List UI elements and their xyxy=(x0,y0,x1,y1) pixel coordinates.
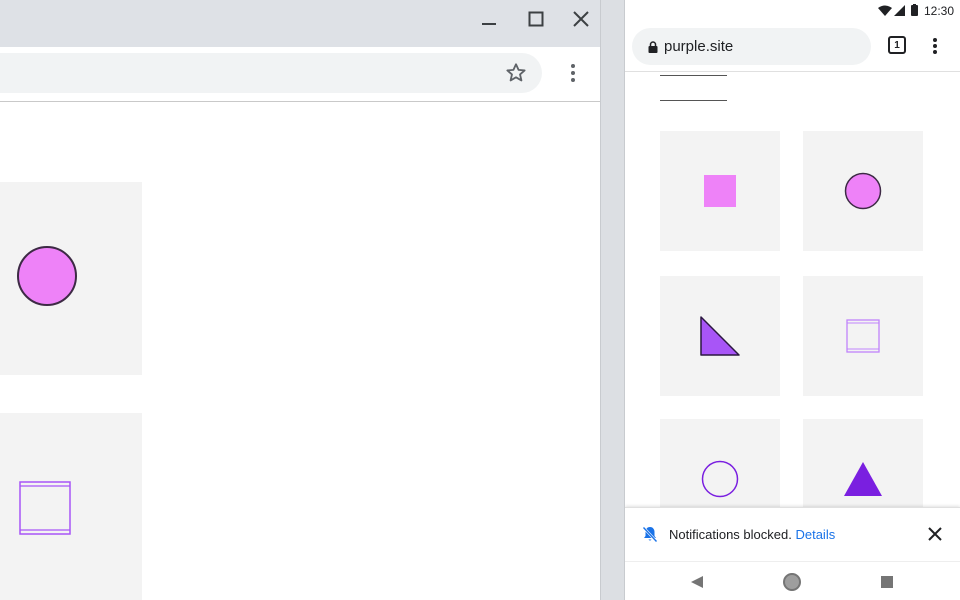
close-window-button[interactable] xyxy=(562,4,600,34)
wifi-icon xyxy=(878,5,892,16)
battery-icon xyxy=(911,4,918,16)
minimize-button[interactable] xyxy=(470,4,508,34)
star-icon xyxy=(506,63,526,82)
back-icon xyxy=(691,576,703,588)
text-line-placeholder xyxy=(660,75,727,76)
maximize-button[interactable] xyxy=(517,4,555,34)
status-time: 12:30 xyxy=(923,4,954,18)
desktop-browser-window xyxy=(0,0,600,600)
minimize-icon xyxy=(482,23,496,25)
square-outline-shape-icon xyxy=(19,481,71,535)
mobile-toolbar: purple.site 1 xyxy=(625,22,960,72)
notifications-off-icon xyxy=(642,526,658,543)
close-icon xyxy=(573,11,589,27)
notification-infobar: Notifications blocked. Details xyxy=(625,507,960,561)
shape-tile-square[interactable] xyxy=(660,131,780,251)
details-link[interactable]: Details xyxy=(795,527,835,542)
square-shape-icon xyxy=(704,175,736,207)
more-vert-icon xyxy=(571,64,575,82)
mobile-browser: 12:30 purple.site 1 Notifications blocke… xyxy=(625,0,960,600)
maximize-icon xyxy=(528,11,544,27)
url-text: purple.site xyxy=(664,38,734,55)
triangle-shape-icon xyxy=(844,462,882,496)
text-line-placeholder xyxy=(660,100,727,101)
lock-icon xyxy=(648,40,658,53)
shape-tile-square-outline[interactable] xyxy=(0,413,142,600)
close-icon xyxy=(928,527,942,541)
bookmark-star-button[interactable] xyxy=(503,60,529,86)
square-outline-shape-icon xyxy=(846,319,880,353)
shape-tile-right-triangle[interactable] xyxy=(660,276,780,396)
recents-icon xyxy=(881,576,893,588)
screen: 12:30 purple.site 1 Notifications blocke… xyxy=(0,0,960,600)
nav-recents-button[interactable] xyxy=(875,570,899,594)
circle-shape-icon xyxy=(17,246,77,306)
circle-shape-icon xyxy=(844,172,882,210)
shape-tile-square-outline[interactable] xyxy=(803,276,923,396)
notification-message: Notifications blocked. xyxy=(669,527,792,542)
status-bar: 12:30 xyxy=(625,0,960,22)
tab-switcher-button[interactable]: 1 xyxy=(888,36,906,54)
android-nav-bar xyxy=(625,561,960,600)
home-icon xyxy=(783,573,801,591)
nav-back-button[interactable] xyxy=(685,570,709,594)
split-screen-divider[interactable] xyxy=(600,0,625,600)
signal-icon xyxy=(894,5,905,16)
notification-text: Notifications blocked. Details xyxy=(669,527,835,542)
notification-close-button[interactable] xyxy=(925,524,945,544)
shape-tile-circle[interactable] xyxy=(0,182,142,375)
address-bar[interactable] xyxy=(0,53,542,93)
browser-menu-button[interactable] xyxy=(562,60,584,86)
mobile-menu-button[interactable] xyxy=(927,34,943,58)
shape-tile-circle[interactable] xyxy=(803,131,923,251)
right-triangle-shape-icon xyxy=(700,316,740,356)
nav-home-button[interactable] xyxy=(780,570,804,594)
more-vert-icon xyxy=(933,38,937,54)
mobile-url-bar[interactable]: purple.site xyxy=(632,28,871,65)
title-bar xyxy=(0,0,600,47)
circle-outline-shape-icon xyxy=(701,460,739,498)
